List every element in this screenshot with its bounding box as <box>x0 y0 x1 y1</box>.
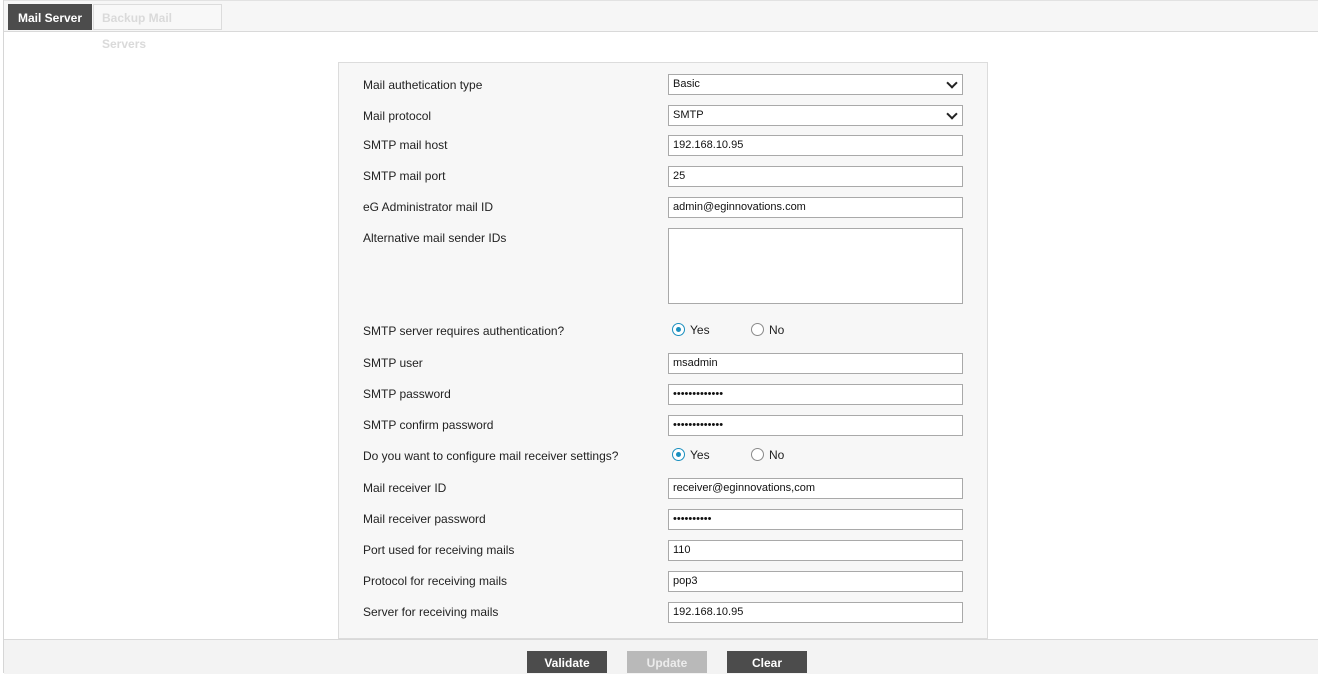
smtp-confirm-password-input[interactable]: ••••••••••••• <box>668 415 963 436</box>
receive-server-label: Server for receiving mails <box>363 605 499 619</box>
smtp-auth-yes-label: Yes <box>690 323 710 337</box>
chevron-down-icon <box>946 77 958 89</box>
radio-unselected-icon[interactable] <box>751 323 764 337</box>
receiver-settings-yes-option[interactable]: Yes <box>672 448 710 462</box>
smtp-host-input[interactable]: 192.168.10.95 <box>668 135 963 156</box>
radio-selected-icon[interactable] <box>672 448 685 462</box>
radio-unselected-icon[interactable] <box>751 448 764 462</box>
receiver-settings-no-label: No <box>769 448 785 462</box>
smtp-auth-yes-option[interactable]: Yes <box>672 323 710 337</box>
protocol-select[interactable]: SMTP <box>668 105 963 126</box>
tab-backup-mail-servers[interactable]: Backup Mail Servers <box>93 4 222 51</box>
smtp-auth-no-option[interactable]: No <box>751 323 784 337</box>
receiver-settings-yes-label: Yes <box>690 448 710 462</box>
smtp-confirm-password-label: SMTP confirm password <box>363 418 494 432</box>
frame-left-border <box>3 0 4 673</box>
clear-button[interactable]: Clear <box>727 651 807 673</box>
radio-selected-icon[interactable] <box>672 323 685 337</box>
receiver-password-input[interactable]: •••••••••• <box>668 509 963 530</box>
smtp-user-input[interactable]: msadmin <box>668 353 963 374</box>
smtp-password-input[interactable]: ••••••••••••• <box>668 384 963 405</box>
receive-protocol-input[interactable]: pop3 <box>668 571 963 592</box>
mail-server-form: Mail authetication type Basic Mail proto… <box>338 62 988 639</box>
smtp-host-label: SMTP mail host <box>363 138 448 152</box>
receive-server-input[interactable]: 192.168.10.95 <box>668 602 963 623</box>
receiver-settings-no-option[interactable]: No <box>751 448 784 462</box>
admin-mail-input[interactable]: admin@eginnovations.com <box>668 197 963 218</box>
receive-protocol-label: Protocol for receiving mails <box>363 574 508 588</box>
alt-sender-textarea[interactable] <box>668 228 963 304</box>
tab-bar: Mail Server Backup Mail Servers <box>4 1 1318 51</box>
smtp-user-label: SMTP user <box>363 356 423 370</box>
receiver-id-input[interactable]: receiver@eginnovations,com <box>668 478 963 499</box>
receiver-id-label: Mail receiver ID <box>363 481 447 495</box>
auth-type-value: Basic <box>673 78 700 90</box>
receive-port-label: Port used for receiving mails <box>363 543 515 557</box>
validate-button[interactable]: Validate <box>527 651 607 673</box>
auth-type-select[interactable]: Basic <box>668 74 963 95</box>
smtp-auth-no-label: No <box>769 323 785 337</box>
tab-mail-server[interactable]: Mail Server <box>8 4 92 30</box>
action-footer: Validate Update Clear <box>4 639 1318 674</box>
smtp-port-label: SMTP mail port <box>363 169 446 183</box>
receive-port-input[interactable]: 110 <box>668 540 963 561</box>
auth-type-label: Mail authetication type <box>363 78 483 92</box>
chevron-down-icon <box>946 108 958 120</box>
protocol-label: Mail protocol <box>363 109 432 123</box>
receiver-password-label: Mail receiver password <box>363 512 486 526</box>
alt-sender-label: Alternative mail sender IDs <box>363 231 507 245</box>
smtp-auth-label: SMTP server requires authentication? <box>363 324 565 338</box>
receiver-settings-label: Do you want to configure mail receiver s… <box>363 449 619 463</box>
smtp-password-label: SMTP password <box>363 387 451 401</box>
smtp-port-input[interactable]: 25 <box>668 166 963 187</box>
admin-mail-label: eG Administrator mail ID <box>363 200 494 214</box>
protocol-value: SMTP <box>673 109 704 121</box>
update-button[interactable]: Update <box>627 651 707 673</box>
